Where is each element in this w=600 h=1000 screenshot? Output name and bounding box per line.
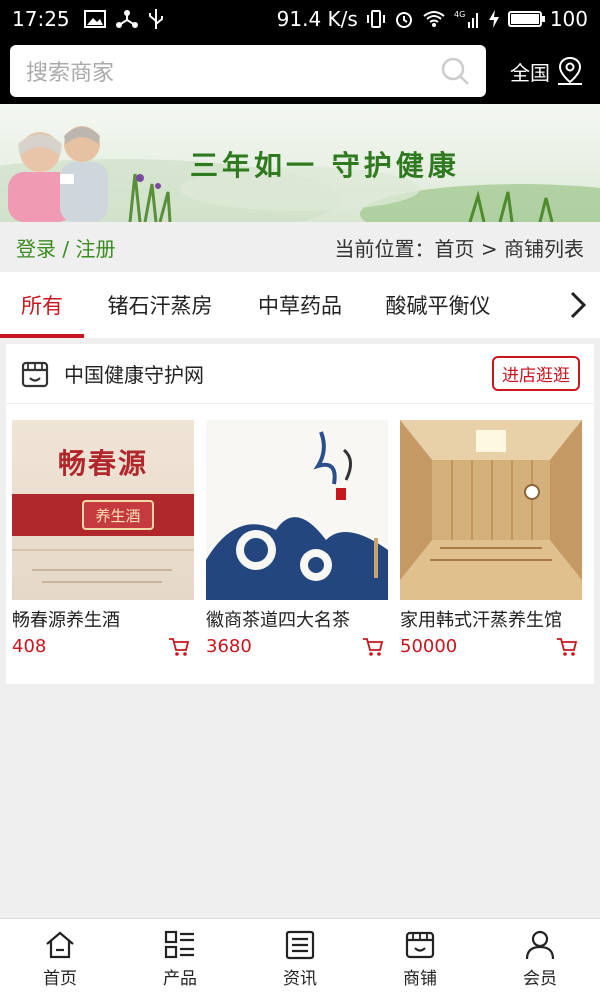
wine-box-image[interactable]: 畅春源 养生酒 xyxy=(12,420,194,600)
wifi-icon xyxy=(423,11,445,27)
net-speed: 91.4 K/s xyxy=(276,7,358,31)
cart-icon[interactable] xyxy=(556,637,578,657)
alarm-icon xyxy=(395,12,412,28)
nav-member[interactable]: 会员 xyxy=(480,919,600,1000)
nav-label[interactable]: 首页 xyxy=(43,964,77,989)
network-type-label: 4G xyxy=(454,10,465,19)
user-icon[interactable] xyxy=(524,930,556,960)
nav-home[interactable]: 首页 xyxy=(0,919,120,1000)
signal-icon: 4G xyxy=(454,10,478,28)
shop-card: 中国健康守护网 进店逛逛 畅春源 养生酒 畅春源养生酒 408 徽商茶道四大名茶… xyxy=(6,344,594,684)
home-icon[interactable] xyxy=(44,930,76,960)
breadcrumb: 当前位置：首页 > 商铺列表 xyxy=(334,236,584,261)
app-screen: 17:25 91.4 K/s 4G 100 搜索商家 全国 三年如一 守护健康 … xyxy=(0,0,600,1000)
banner-slogan: 三年如一 守护健康 xyxy=(190,149,460,182)
battery-fill xyxy=(510,14,539,24)
product-card[interactable]: 徽商茶道四大名茶 3680 xyxy=(206,420,388,657)
product-price-row: 3680 xyxy=(206,636,388,657)
cart-icon[interactable] xyxy=(168,637,190,657)
visit-store-button[interactable]: 进店逛逛 xyxy=(492,356,580,391)
tab-label[interactable]: 中草药品 xyxy=(258,290,342,320)
nav-label[interactable]: 商铺 xyxy=(403,964,437,989)
product-name[interactable]: 畅春源养生酒 xyxy=(12,606,194,632)
battery-percent: 100 xyxy=(549,7,588,31)
shop-name[interactable]: 中国健康守护网 xyxy=(64,359,204,388)
status-right: 91.4 K/s 4G 100 xyxy=(277,7,588,31)
product-card[interactable]: 家用韩式汗蒸养生馆 50000 xyxy=(400,420,582,657)
status-notification-icons xyxy=(83,8,164,30)
tea-box-image[interactable] xyxy=(206,420,388,600)
breadcrumb-row: 登录 / 注册 当前位置：首页 > 商铺列表 xyxy=(0,222,600,272)
image-texture xyxy=(12,549,194,583)
battery-icon xyxy=(507,11,545,27)
nav-label[interactable]: 产品 xyxy=(163,964,197,989)
nav-label[interactable]: 资讯 xyxy=(283,964,317,989)
location-pin-icon[interactable] xyxy=(556,56,584,86)
search-input[interactable]: 搜索商家 xyxy=(26,55,440,87)
status-bar: 17:25 91.4 K/s 4G 100 xyxy=(0,0,600,38)
tabs-scroll-right-button[interactable] xyxy=(556,272,600,338)
category-tabs: 所有 锗石汗蒸房 中草药品 酸碱平衡仪 xyxy=(0,272,600,338)
store-icon xyxy=(21,361,49,387)
search-box[interactable]: 搜索商家 xyxy=(10,45,486,97)
store-icon[interactable] xyxy=(404,930,436,960)
share-icon xyxy=(115,10,138,28)
sauna-room-art xyxy=(400,420,582,600)
product-card[interactable]: 畅春源 养生酒 畅春源养生酒 408 xyxy=(12,420,194,657)
region-selector[interactable]: 全国 xyxy=(510,56,590,86)
tea-box-art xyxy=(206,431,388,600)
bottom-nav: 首页 产品 资讯 商铺 会员 xyxy=(0,918,600,1000)
grid-list-icon[interactable] xyxy=(164,930,196,960)
tab-label[interactable]: 酸碱平衡仪 xyxy=(386,290,491,320)
promo-banner[interactable]: 三年如一 守护健康 xyxy=(0,104,600,222)
tab-label[interactable]: 所有 xyxy=(21,290,63,320)
tab-all[interactable]: 所有 xyxy=(0,272,84,338)
usb-icon xyxy=(148,9,163,29)
product-price-row: 50000 xyxy=(400,636,582,657)
chevron-right-icon[interactable] xyxy=(569,290,587,320)
tab-ph-balancer[interactable]: 酸碱平衡仪 xyxy=(364,272,512,338)
region-label[interactable]: 全国 xyxy=(510,57,550,86)
cart-icon[interactable] xyxy=(362,637,384,657)
tab-germanium-sauna[interactable]: 锗石汗蒸房 xyxy=(84,272,236,338)
news-icon[interactable] xyxy=(284,930,316,960)
product-name[interactable]: 家用韩式汗蒸养生馆 xyxy=(400,606,582,632)
tab-label[interactable]: 锗石汗蒸房 xyxy=(108,290,213,320)
shop-header: 中国健康守护网 进店逛逛 xyxy=(6,344,594,404)
vibrate-icon xyxy=(366,10,385,28)
product-price-row: 408 xyxy=(12,636,194,657)
product-price: 408 xyxy=(12,636,47,657)
search-icon[interactable] xyxy=(440,56,470,86)
status-time: 17:25 xyxy=(12,7,70,31)
product-grid: 畅春源 养生酒 畅春源养生酒 408 徽商茶道四大名茶 3680 家用韩式汗蒸养… xyxy=(6,404,594,684)
sauna-room-image[interactable] xyxy=(400,420,582,600)
nav-products[interactable]: 产品 xyxy=(120,919,240,1000)
login-register-link[interactable]: 登录 / 注册 xyxy=(16,233,115,262)
search-header: 搜索商家 全国 xyxy=(0,38,600,104)
image-icon xyxy=(83,10,106,28)
nav-label[interactable]: 会员 xyxy=(523,964,557,989)
nav-news[interactable]: 资讯 xyxy=(240,919,360,1000)
product-price: 50000 xyxy=(400,636,458,657)
product-name[interactable]: 徽商茶道四大名茶 xyxy=(206,606,388,632)
nav-stores[interactable]: 商铺 xyxy=(360,919,480,1000)
charging-icon xyxy=(488,10,499,28)
tab-herbal-medicine[interactable]: 中草药品 xyxy=(236,272,364,338)
product-price: 3680 xyxy=(206,636,252,657)
